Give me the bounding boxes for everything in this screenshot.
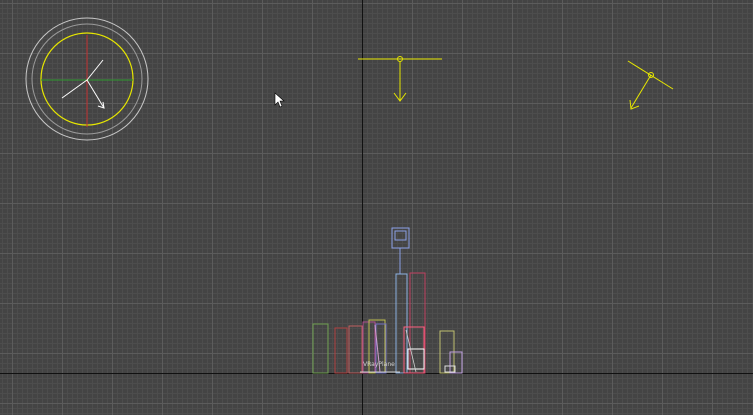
object-label-vrayplane: VRayPlane <box>363 361 395 368</box>
camera-icon[interactable] <box>391 227 410 274</box>
vray-sun-icon[interactable] <box>25 17 149 141</box>
mouse-cursor-icon <box>274 92 285 108</box>
free-spot-light-icon[interactable] <box>627 60 674 110</box>
scene-objects-layer: VRayPlane <box>25 17 674 374</box>
3d-viewport[interactable]: VRayPlane <box>0 0 753 415</box>
target-direct-light-icon[interactable] <box>358 56 442 102</box>
scene-geometry[interactable] <box>312 272 463 374</box>
